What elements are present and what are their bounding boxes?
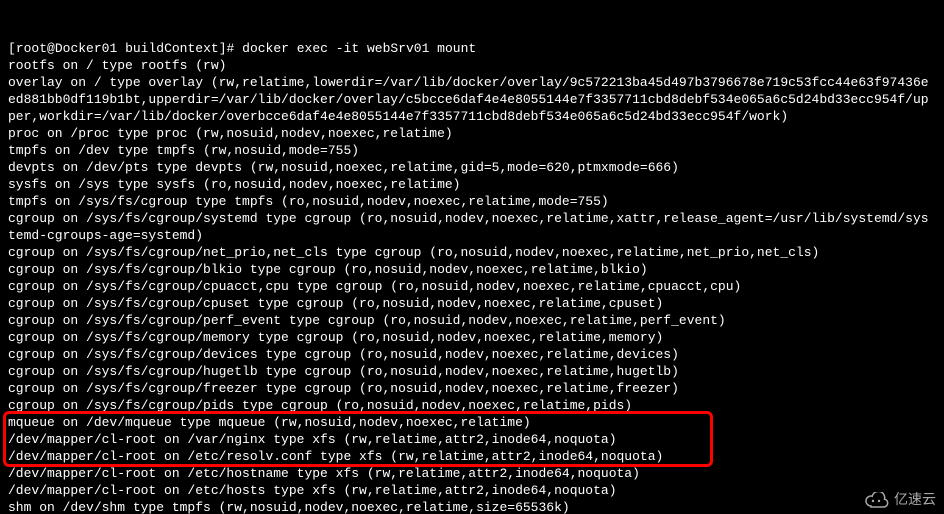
cloud-icon (864, 492, 890, 508)
output-line: shm on /dev/shm type tmpfs (rw,nosuid,no… (8, 499, 936, 514)
output-line: cgroup on /sys/fs/cgroup/hugetlb type cg… (8, 363, 936, 380)
output-line: tmpfs on /dev type tmpfs (rw,nosuid,mode… (8, 142, 936, 159)
command-text: docker exec -it webSrv01 mount (242, 41, 476, 56)
output-line: cgroup on /sys/fs/cgroup/perf_event type… (8, 312, 936, 329)
output-line: rootfs on / type rootfs (rw) (8, 57, 936, 74)
output-line: cgroup on /sys/fs/cgroup/cpuset type cgr… (8, 295, 936, 312)
output-line: cgroup on /sys/fs/cgroup/memory type cgr… (8, 329, 936, 346)
output-line: cgroup on /sys/fs/cgroup/systemd type cg… (8, 210, 936, 244)
watermark-text: 亿速云 (894, 491, 936, 508)
output-line: cgroup on /sys/fs/cgroup/cpuacct,cpu typ… (8, 278, 936, 295)
watermark: 亿速云 (864, 491, 936, 508)
output-line: /dev/mapper/cl-root on /var/nginx type x… (8, 431, 936, 448)
output-line: /dev/mapper/cl-root on /etc/hosts type x… (8, 482, 936, 499)
output-line: cgroup on /sys/fs/cgroup/net_prio,net_cl… (8, 244, 936, 261)
output-line: /dev/mapper/cl-root on /etc/resolv.conf … (8, 448, 936, 465)
output-line: /dev/mapper/cl-root on /etc/hostname typ… (8, 465, 936, 482)
output-line: cgroup on /sys/fs/cgroup/blkio type cgro… (8, 261, 936, 278)
output-line: sysfs on /sys type sysfs (ro,nosuid,node… (8, 176, 936, 193)
output-line: cgroup on /sys/fs/cgroup/freezer type cg… (8, 380, 936, 397)
output-line: devpts on /dev/pts type devpts (rw,nosui… (8, 159, 936, 176)
shell-prompt: [root@Docker01 buildContext]# (8, 41, 234, 56)
output-line: cgroup on /sys/fs/cgroup/devices type cg… (8, 346, 936, 363)
output-line: proc on /proc type proc (rw,nosuid,nodev… (8, 125, 936, 142)
output-line: cgroup on /sys/fs/cgroup/pids type cgrou… (8, 397, 936, 414)
output-line: overlay on / type overlay (rw,relatime,l… (8, 74, 936, 125)
output-line: tmpfs on /sys/fs/cgroup type tmpfs (ro,n… (8, 193, 936, 210)
output-line: mqueue on /dev/mqueue type mqueue (rw,no… (8, 414, 936, 431)
terminal-output[interactable]: [root@Docker01 buildContext]# docker exe… (0, 0, 944, 514)
prompt-line: [root@Docker01 buildContext]# docker exe… (8, 40, 936, 57)
